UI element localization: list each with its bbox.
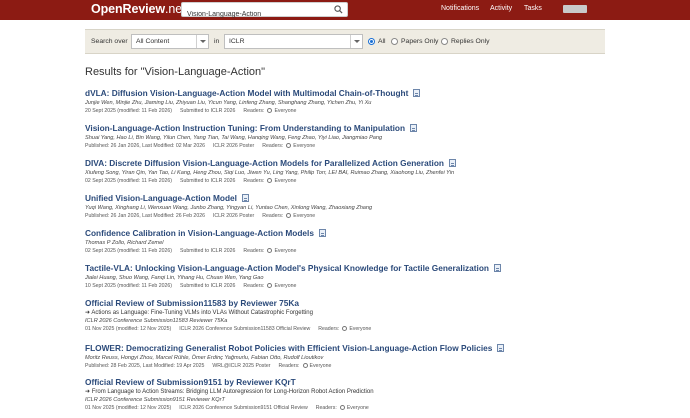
result-meta: 01 Nov 2025 (modified: 12 Nov 2025) ICLR … bbox=[85, 405, 369, 411]
result-meta: Published: 26 Jan 2026, Last Modified: 0… bbox=[85, 143, 316, 149]
radio-replies-only-label: Replies Only bbox=[451, 38, 490, 45]
search-icon[interactable] bbox=[334, 5, 343, 14]
result-title[interactable]: Official Review of Submission11583 by Re… bbox=[85, 298, 299, 308]
result-invitation: ICLR 2026 Conference Submission9151 Revi… bbox=[85, 397, 225, 403]
result-authors: Yuqi Wang, Xinghang Li, Wenxuan Wang, Ju… bbox=[85, 205, 373, 211]
result-meta: Published: 28 Feb 2025, Last Modified: 1… bbox=[85, 363, 332, 369]
globe-icon bbox=[302, 363, 308, 368]
result-title[interactable]: Vision-Language-Action Instruction Tunin… bbox=[85, 123, 405, 133]
chevron-down-icon bbox=[196, 35, 208, 48]
result-title[interactable]: Unified Vision-Language-Action Model bbox=[85, 193, 237, 203]
globe-icon bbox=[342, 326, 348, 331]
arrow-right-icon: ➜ bbox=[85, 389, 91, 395]
result-title[interactable]: Confidence Calibration in Vision-Languag… bbox=[85, 228, 314, 238]
result-item: Unified Vision-Language-Action Model Yuq… bbox=[85, 193, 605, 220]
globe-icon bbox=[339, 405, 345, 410]
top-navbar: OpenReview.net Notifications Activity Ta… bbox=[0, 0, 690, 21]
result-authors: Moritz Reuss, Hongyi Zhou, Marcel Rühle,… bbox=[85, 355, 324, 361]
forum-link[interactable]: ➜ Actions as Language: Fine-Tuning VLMs … bbox=[85, 309, 605, 317]
result-authors: Xiufeng Song, Yiran Qin, Yan Tao, Li Kan… bbox=[85, 170, 455, 176]
results-heading: Results for "Vision-Language-Action" bbox=[85, 66, 266, 78]
result-item: Official Review of Submission9151 by Rev… bbox=[85, 377, 605, 412]
search-over-label: Search over bbox=[91, 38, 128, 45]
result-meta: 02 Sept 2025 (modified: 11 Feb 2026) Subm… bbox=[85, 178, 297, 184]
globe-icon bbox=[286, 213, 292, 218]
pdf-icon[interactable] bbox=[241, 194, 249, 202]
result-title[interactable]: Tactile-VLA: Unlocking Vision-Language-A… bbox=[85, 263, 489, 273]
result-invitation: ICLR 2026 Conference Submission11583 Rev… bbox=[85, 318, 228, 324]
result-item: Official Review of Submission11583 by Re… bbox=[85, 298, 605, 333]
globe-icon bbox=[267, 283, 273, 288]
pdf-icon[interactable] bbox=[318, 229, 326, 237]
nav-search-box[interactable] bbox=[181, 2, 348, 21]
radio-papers-only[interactable] bbox=[391, 38, 398, 45]
result-meta: 20 Sept 2025 (modified: 11 Feb 2026) Subm… bbox=[85, 108, 297, 114]
radio-all[interactable] bbox=[368, 38, 375, 45]
nav-notifications[interactable]: Notifications bbox=[441, 5, 479, 12]
result-title[interactable]: DIVA: Discrete Diffusion Vision-Language… bbox=[85, 158, 444, 168]
radio-replies-only[interactable] bbox=[441, 38, 448, 45]
result-item: Tactile-VLA: Unlocking Vision-Language-A… bbox=[85, 263, 605, 290]
search-input[interactable] bbox=[182, 8, 332, 21]
pdf-icon[interactable] bbox=[410, 124, 418, 132]
globe-icon bbox=[267, 248, 273, 253]
result-meta: 02 Sept 2025 (modified: 11 Feb 2026) Subm… bbox=[85, 248, 297, 254]
result-authors: Jialei Huang, Shuo Wang, Fanqi Lin, Yiha… bbox=[85, 275, 264, 281]
brand-logo[interactable]: OpenReview.net bbox=[91, 2, 186, 16]
result-title[interactable]: dVLA: Diffusion Vision-Language-Action M… bbox=[85, 88, 408, 98]
nav-activity[interactable]: Activity bbox=[490, 5, 512, 12]
result-meta: Published: 26 Jan 2026, Last Modified: 2… bbox=[85, 213, 316, 219]
pdf-icon[interactable] bbox=[497, 344, 505, 352]
result-authors: Junjie Wen, Minjie Zhu, Jiaming Liu, Zhi… bbox=[85, 100, 372, 106]
result-item: FLOWER: Democratizing Generalist Robot P… bbox=[85, 343, 605, 370]
result-meta: 01 Nov 2025 (modified: 12 Nov 2025) ICLR … bbox=[85, 326, 372, 332]
user-menu[interactable] bbox=[563, 5, 587, 13]
result-authors: Thomas P Zollo, Richard Zemel bbox=[85, 240, 164, 246]
result-item: Confidence Calibration in Vision-Languag… bbox=[85, 228, 605, 255]
globe-icon bbox=[286, 143, 292, 148]
nav-tasks[interactable]: Tasks bbox=[524, 5, 542, 12]
result-item: DIVA: Discrete Diffusion Vision-Language… bbox=[85, 158, 605, 185]
result-title[interactable]: Official Review of Submission9151 by Rev… bbox=[85, 377, 296, 387]
radio-all-label: All bbox=[378, 38, 386, 45]
pdf-icon[interactable] bbox=[448, 159, 456, 167]
forum-link[interactable]: ➜ From Language to Action Streams: Bridg… bbox=[85, 388, 605, 396]
pdf-icon[interactable] bbox=[493, 264, 501, 272]
result-title[interactable]: FLOWER: Democratizing Generalist Robot P… bbox=[85, 343, 492, 353]
result-item: dVLA: Diffusion Vision-Language-Action M… bbox=[85, 88, 605, 115]
in-label: in bbox=[214, 38, 220, 45]
result-item: Vision-Language-Action Instruction Tunin… bbox=[85, 123, 605, 150]
chevron-down-icon bbox=[350, 35, 362, 48]
venue-select[interactable]: ICLR bbox=[224, 34, 363, 49]
search-options-bar: Search over All Content in ICLR All Pape… bbox=[85, 29, 605, 54]
pdf-icon[interactable] bbox=[413, 89, 421, 97]
arrow-right-icon: ➜ bbox=[85, 310, 91, 316]
radio-papers-only-label: Papers Only bbox=[401, 38, 439, 45]
result-meta: 10 Sept 2025 (modified: 11 Feb 2026) Subm… bbox=[85, 283, 297, 289]
globe-icon bbox=[267, 108, 273, 113]
globe-icon bbox=[267, 178, 273, 183]
content-select[interactable]: All Content bbox=[131, 34, 209, 49]
result-authors: Shuai Yang, Hao Li, Bin Wang, Yilun Chen… bbox=[85, 135, 383, 141]
